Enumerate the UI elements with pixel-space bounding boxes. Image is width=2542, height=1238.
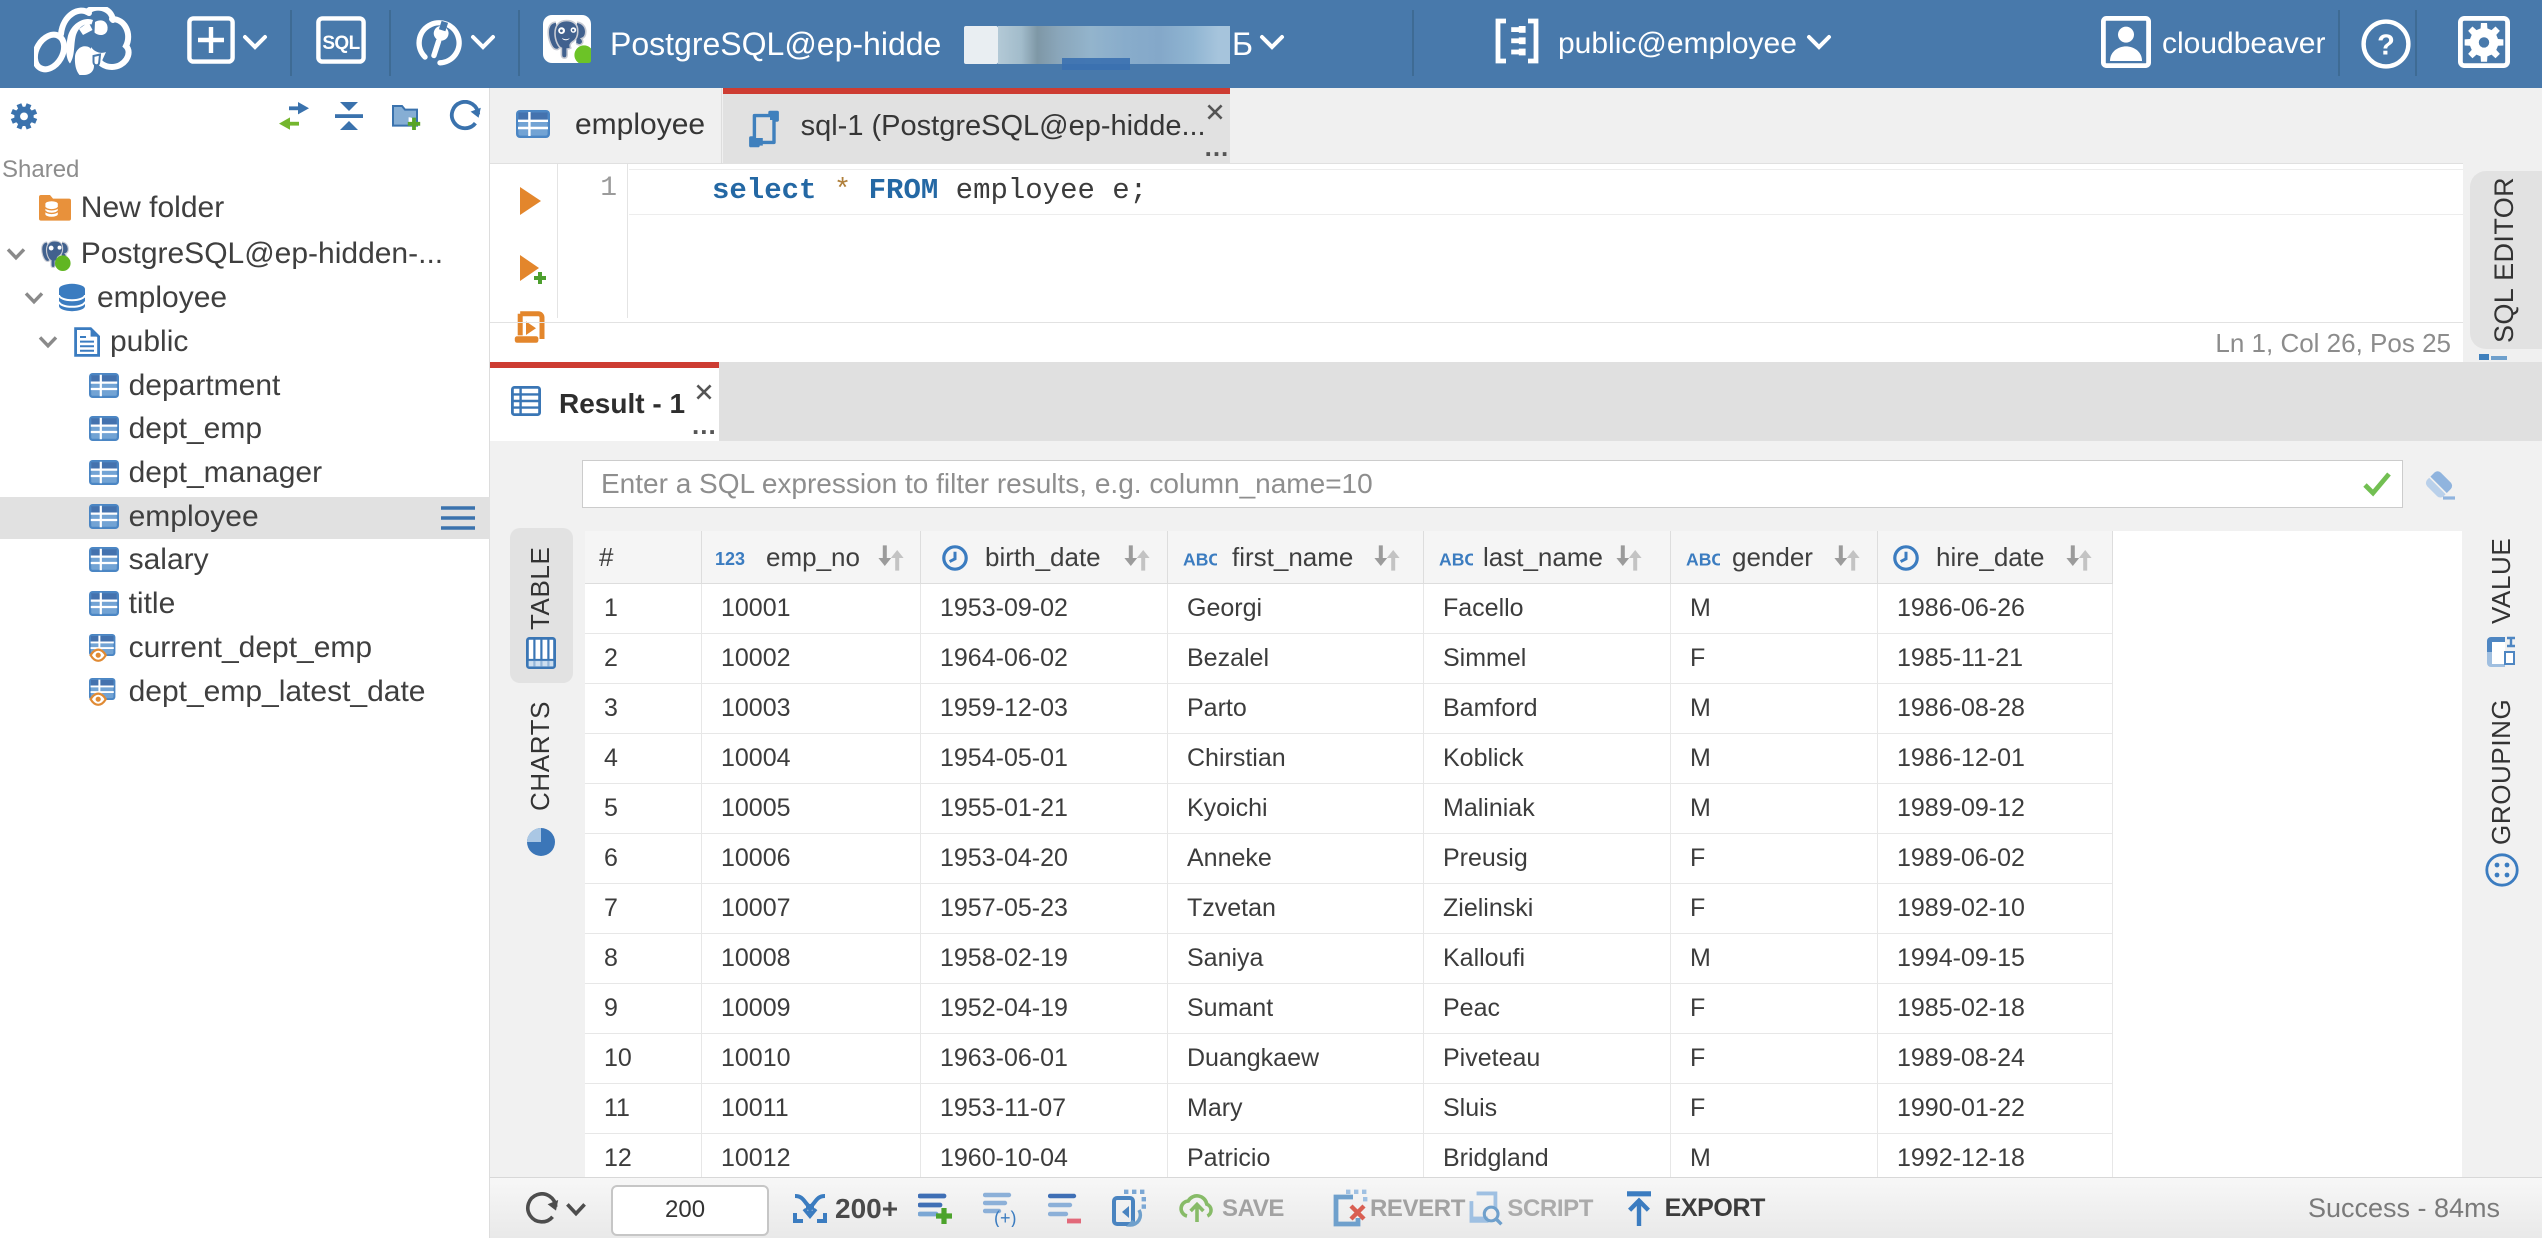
svg-text:ABC: ABC bbox=[1686, 550, 1720, 567]
svg-text:ABC: ABC bbox=[1183, 550, 1217, 567]
svg-text:123: 123 bbox=[715, 549, 745, 567]
svg-text:?: ? bbox=[2377, 30, 2395, 62]
svg-text:(+): (+) bbox=[994, 1208, 1017, 1227]
svg-text:ABC: ABC bbox=[1439, 550, 1473, 567]
svg-text:SQL: SQL bbox=[322, 33, 360, 54]
